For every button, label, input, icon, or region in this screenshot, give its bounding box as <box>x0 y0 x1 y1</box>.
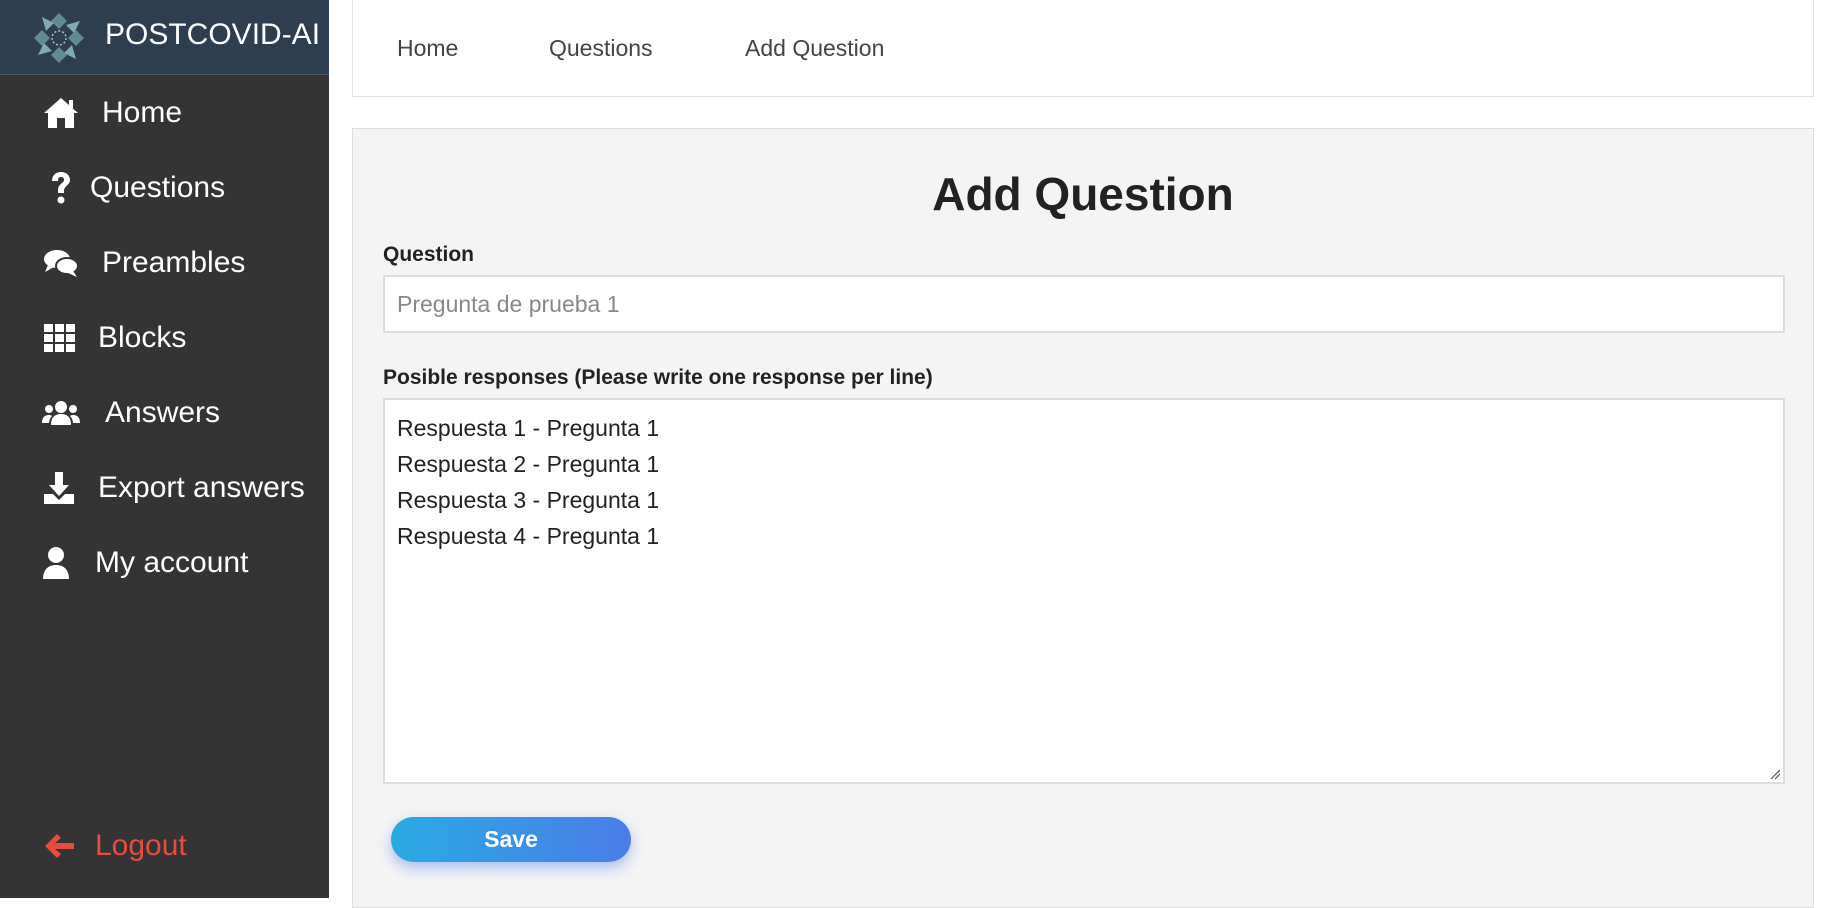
logout-button[interactable]: Logout <box>0 816 329 876</box>
sidebar: POSTCOVID-AI Home Questions Preambles Bl… <box>0 0 329 898</box>
logo-icon <box>34 13 84 63</box>
brand-header[interactable]: POSTCOVID-AI <box>0 0 329 75</box>
brand-name: POSTCOVID-AI <box>105 18 321 51</box>
response-line: Respuesta 4 - Pregunta 1 <box>397 523 660 549</box>
sidebar-item-label: Home <box>102 96 183 129</box>
sidebar-item-label: Preambles <box>102 246 246 279</box>
response-line: Respuesta 1 - Pregunta 1 <box>397 415 660 441</box>
topnav-add-question-link[interactable]: Add Question <box>745 35 884 62</box>
sidebar-item-label: My account <box>95 546 249 579</box>
sidebar-item-home[interactable]: Home <box>0 83 329 143</box>
top-navbar: Home Questions Add Question <box>352 0 1814 97</box>
question-label: Question <box>383 243 475 266</box>
resize-handle-icon[interactable] <box>1769 768 1781 780</box>
comments-icon <box>44 250 79 277</box>
question-input[interactable] <box>383 275 1785 333</box>
home-icon <box>44 98 78 128</box>
sidebar-item-label: Questions <box>90 171 226 204</box>
responses-label: Posible responses (Please write one resp… <box>383 366 933 389</box>
sidebar-item-label: Blocks <box>98 321 187 354</box>
sidebar-item-label: Answers <box>105 396 221 429</box>
save-button[interactable]: Save <box>391 817 631 862</box>
sidebar-item-answers[interactable]: Answers <box>0 383 329 443</box>
sidebar-item-preambles[interactable]: Preambles <box>0 233 329 293</box>
response-line: Respuesta 3 - Pregunta 1 <box>397 487 660 513</box>
download-icon <box>44 472 74 504</box>
arrow-left-icon <box>45 834 74 858</box>
responses-textarea[interactable]: Respuesta 1 - Pregunta 1 Respuesta 2 - P… <box>383 398 1785 784</box>
sidebar-item-my-account[interactable]: My account <box>0 533 329 593</box>
users-icon <box>42 401 80 425</box>
page-title: Add Question <box>932 168 1234 220</box>
sidebar-item-export-answers[interactable]: Export answers <box>0 458 329 518</box>
add-question-form: Add Question Question Posible responses … <box>352 128 1814 908</box>
topnav-home-link[interactable]: Home <box>397 35 458 62</box>
question-icon <box>52 172 70 204</box>
sidebar-item-questions[interactable]: Questions <box>0 158 329 218</box>
user-icon <box>43 547 69 579</box>
sidebar-item-label: Export answers <box>98 471 305 504</box>
response-line: Respuesta 2 - Pregunta 1 <box>397 451 660 477</box>
grid-icon <box>44 324 75 352</box>
topnav-questions-link[interactable]: Questions <box>549 35 653 62</box>
sidebar-item-blocks[interactable]: Blocks <box>0 308 329 368</box>
logout-label: Logout <box>95 829 187 862</box>
